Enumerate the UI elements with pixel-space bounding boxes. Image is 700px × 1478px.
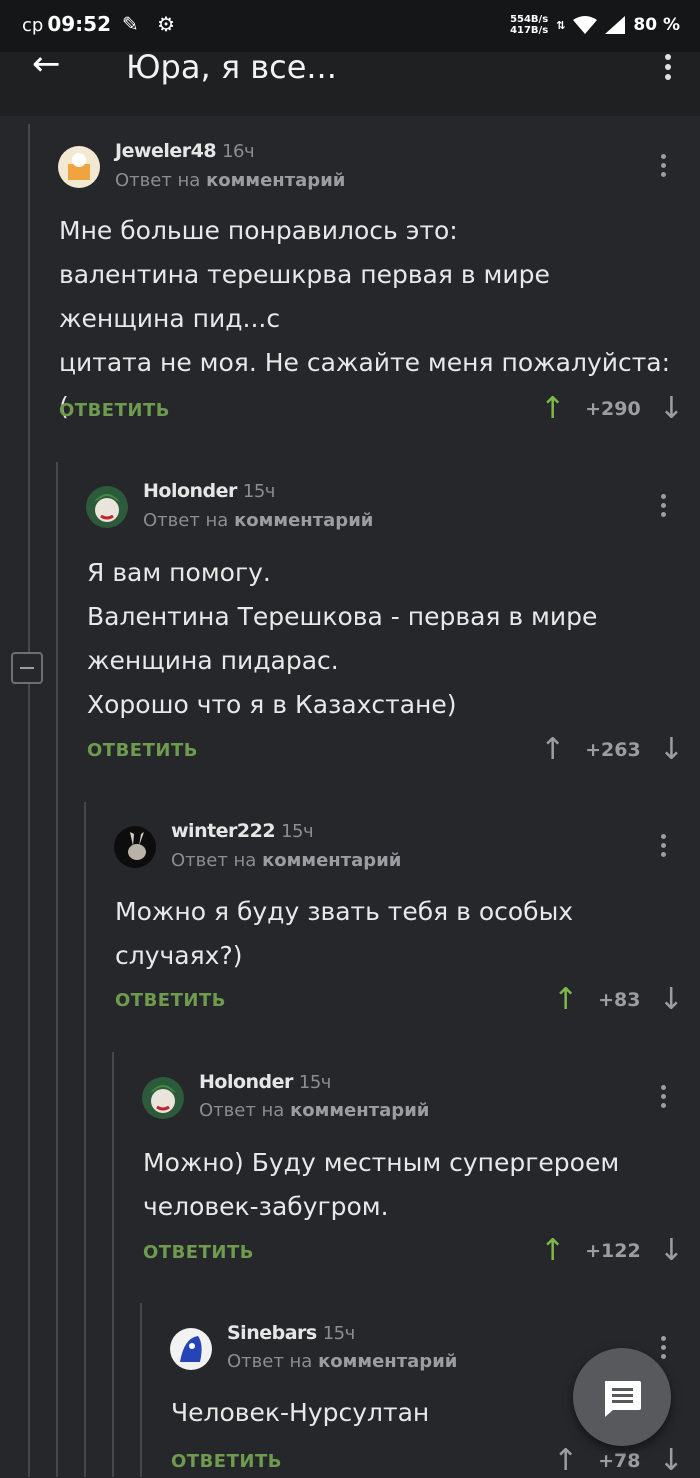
upvote-icon[interactable]: ↑ (540, 394, 565, 424)
upvote-icon[interactable]: ↑ (553, 1446, 578, 1476)
avatar[interactable] (114, 826, 156, 868)
comment-time: 16ч (222, 141, 255, 162)
page-title: Юра, я все... (126, 48, 337, 86)
comment-author[interactable]: Holonder 15ч (199, 1071, 331, 1093)
reply-button[interactable]: ОТВЕТИТЬ (115, 990, 226, 1011)
avatar[interactable] (86, 486, 128, 528)
reply-button[interactable]: ОТВЕТИТЬ (171, 1451, 282, 1472)
rating: +78 (598, 1450, 641, 1472)
downvote-icon[interactable]: ↓ (659, 394, 684, 424)
upvote-icon[interactable]: ↑ (540, 1236, 565, 1266)
comment-menu-icon[interactable] (660, 494, 666, 521)
comment-text: Я вам помогу. Валентина Терешкова - перв… (87, 558, 598, 719)
avatar[interactable] (142, 1077, 184, 1119)
app-icon: ⚙ (157, 12, 176, 36)
rating: +122 (585, 1240, 641, 1262)
downvote-icon[interactable]: ↓ (659, 1446, 684, 1476)
reply-to-link[interactable]: Ответ на комментарий (227, 1351, 457, 1372)
signal-icon (605, 16, 626, 34)
downvote-icon[interactable]: ↓ (659, 735, 684, 765)
rating: +83 (598, 989, 641, 1011)
write-comment-button[interactable] (573, 1348, 671, 1446)
downvote-icon[interactable]: ↓ (659, 1236, 684, 1266)
avatar[interactable] (170, 1328, 212, 1370)
status-bar: ср 09:52 ✎ ⚙ 554B/s 417B/s ⇅ 80 % (0, 0, 700, 52)
vote-controls: ↑ +122 ↓ (540, 1236, 684, 1266)
reply-to-link[interactable]: Ответ на комментарий (199, 1100, 429, 1121)
collapse-thread-button[interactable] (11, 652, 43, 684)
thread-line (28, 124, 30, 1477)
thread-line (140, 1303, 142, 1477)
reply-to-link[interactable]: Ответ на комментарий (171, 850, 401, 871)
pen-icon: ✎ (122, 12, 139, 36)
thread-line (84, 802, 86, 1477)
reply-to-link[interactable]: Ответ на комментарий (115, 170, 345, 191)
app-bar: ← Юра, я все... (0, 47, 700, 116)
vote-controls: ↑ +290 ↓ (540, 394, 684, 424)
reply-button[interactable]: ОТВЕТИТЬ (143, 1242, 254, 1263)
overflow-menu-icon[interactable] (664, 54, 672, 84)
comment-menu-icon[interactable] (660, 1085, 666, 1112)
vote-controls: ↑ +83 ↓ (553, 985, 684, 1015)
comment-menu-icon[interactable] (660, 834, 666, 861)
network-speed: 554B/s 417B/s (510, 14, 549, 36)
comment-author[interactable]: Jeweler48 16ч (115, 140, 255, 162)
comment-text: Человек-Нурсултан (171, 1398, 430, 1427)
comment-time: 15ч (281, 821, 314, 842)
vote-controls: ↑ +78 ↓ (553, 1446, 684, 1476)
comment-text: Можно) Буду местным супергероем человек-… (143, 1148, 620, 1221)
rating: +290 (585, 398, 641, 420)
rating: +263 (585, 739, 641, 761)
notification-icons: ✎ ⚙ (122, 12, 175, 36)
upvote-icon[interactable]: ↑ (540, 735, 565, 765)
thread-line (56, 462, 58, 1477)
downvote-icon[interactable]: ↓ (659, 985, 684, 1015)
status-right: 554B/s 417B/s ⇅ 80 % (510, 14, 680, 36)
status-day: ср (22, 15, 44, 36)
comment-author[interactable]: Holonder 15ч (143, 480, 275, 502)
comment-time: 15ч (298, 1072, 332, 1093)
vote-controls: ↑ +263 ↓ (540, 735, 684, 765)
status-time: ср 09:52 (22, 12, 111, 36)
comment-menu-icon[interactable] (660, 154, 666, 181)
comment-icon (605, 1381, 641, 1417)
comment-time: 15ч (242, 481, 276, 502)
avatar[interactable] (58, 146, 100, 188)
battery-level: 80 % (633, 15, 680, 35)
comment-text: Можно я буду звать тебя в особых случаях… (115, 897, 574, 970)
reply-to-link[interactable]: Ответ на комментарий (143, 510, 373, 531)
comment-time: 15ч (322, 1323, 356, 1344)
reply-button[interactable]: ОТВЕТИТЬ (59, 400, 170, 421)
comment-author[interactable]: winter222 15ч (171, 820, 314, 842)
back-arrow-icon[interactable]: ← (32, 47, 61, 81)
comment-author[interactable]: Sinebars 15ч (227, 1322, 355, 1344)
thread-line (112, 1052, 114, 1477)
data-arrows-icon: ⇅ (556, 18, 566, 32)
upvote-icon[interactable]: ↑ (553, 985, 578, 1015)
reply-button[interactable]: ОТВЕТИТЬ (87, 740, 198, 761)
wifi-icon (573, 16, 598, 34)
